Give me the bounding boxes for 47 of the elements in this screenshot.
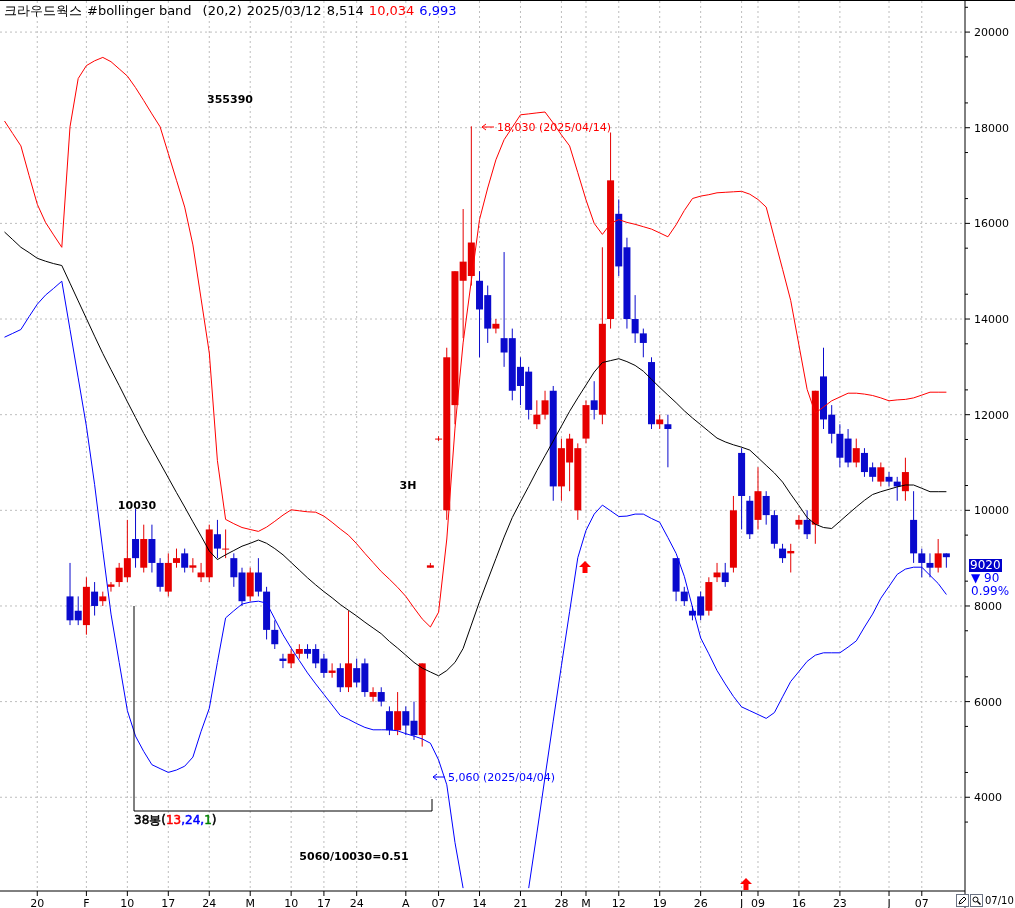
- axis-tick-label: 24: [349, 897, 364, 908]
- upper-band-value: 10,034: [368, 3, 415, 19]
- chart-label: 355390: [207, 93, 253, 106]
- axis-tick-label: 17: [316, 897, 331, 908]
- axis-tick-label: 14: [472, 897, 487, 908]
- axis-tick-label: 20000: [974, 26, 1009, 40]
- range-label: 38봉(13,24,1): [134, 813, 217, 827]
- price-change: ▼ 90: [970, 572, 1001, 585]
- indicator-params: (20,2): [202, 3, 242, 19]
- chart-label: 3H: [399, 479, 417, 492]
- axis-tick-label: F: [83, 897, 90, 908]
- stock-name: 크라우드웍스: [4, 3, 82, 19]
- axis-tick-label: 18000: [974, 121, 1009, 135]
- axis-tick-label: 12: [611, 897, 626, 908]
- current-price-tag: 9020: [969, 559, 1002, 572]
- date-label: 2025/03/12: [246, 3, 322, 19]
- axis-tick-label: 16000: [974, 217, 1009, 231]
- indicator-name: #bollinger band: [87, 3, 192, 19]
- axis-tick-label: 07: [914, 897, 929, 908]
- axis-tick-label: 21: [513, 897, 528, 908]
- lower-band-value: 6,993: [419, 3, 457, 19]
- axis-tick-label: 24: [202, 897, 217, 908]
- axis-tick-label: 4000: [974, 791, 1002, 805]
- axis-tick-label: 8000: [974, 599, 1002, 613]
- price-change-percent: 0.99%: [970, 585, 1010, 598]
- axis-tick-label: M: [245, 897, 255, 908]
- axis-tick-label: 09: [751, 897, 765, 908]
- date-label: 07/10: [985, 894, 1014, 907]
- axis-tick-label: 17: [161, 897, 176, 908]
- axis-tick-label: 07: [431, 897, 446, 908]
- axis-tick-label: 14000: [974, 313, 1009, 327]
- axis-tick-label: 12000: [974, 408, 1009, 422]
- axis-tick-label: 19: [652, 897, 667, 908]
- axis-tick-label: 23: [832, 897, 847, 908]
- axis-tick-label: A: [402, 897, 410, 908]
- axis-tick-label: 28: [554, 897, 569, 908]
- axis-tick-label: M: [581, 897, 591, 908]
- close-value: 8,514: [326, 3, 364, 19]
- axis-tick-label: 10: [120, 897, 135, 908]
- axis-tick-label: 26: [693, 897, 708, 908]
- axis-tick-label: 10000: [974, 504, 1009, 518]
- axis-tick-label: 10: [284, 897, 299, 908]
- axis-tick-label: 6000: [974, 695, 1002, 709]
- axis-tick-label: 16: [791, 897, 806, 908]
- chart-label: 5060/10030=0.51: [299, 850, 409, 863]
- chart-label: 10030: [117, 499, 157, 512]
- axis-tick-label: 20: [30, 897, 45, 908]
